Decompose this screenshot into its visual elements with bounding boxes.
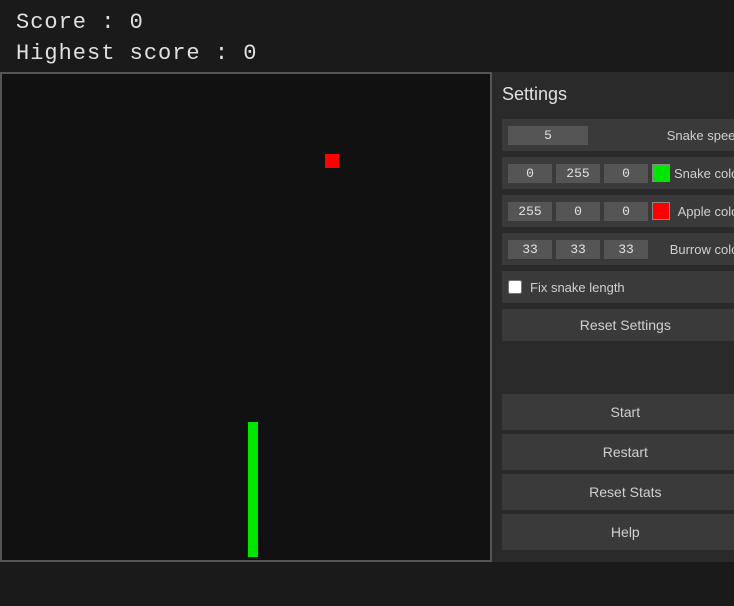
- burrow-color-r-input[interactable]: [508, 240, 552, 259]
- apple-color-row: Apple color: [502, 195, 734, 227]
- snake-color-b-input[interactable]: [604, 164, 648, 183]
- snake-color-label: Snake color: [674, 166, 734, 181]
- burrow-color-g-input[interactable]: [556, 240, 600, 259]
- snake-color-r-input[interactable]: [508, 164, 552, 183]
- snake-color-row: Snake color: [502, 157, 734, 189]
- snake-speed-label: Snake speed: [667, 128, 734, 143]
- settings-panel: Settings Snake speed Snake color Apple c…: [492, 72, 734, 562]
- reset-stats-button[interactable]: Reset Stats: [502, 474, 734, 510]
- spacer: [502, 347, 734, 388]
- settings-title: Settings: [502, 84, 734, 105]
- burrow-color-label: Burrow color: [670, 242, 734, 257]
- fix-snake-length-label: Fix snake length: [530, 280, 625, 295]
- highest-score-display: Highest score : 0: [16, 41, 718, 66]
- apple-color-r-input[interactable]: [508, 202, 552, 221]
- fix-snake-length-checkbox[interactable]: [508, 280, 522, 294]
- apple-color-g-input[interactable]: [556, 202, 600, 221]
- help-button[interactable]: Help: [502, 514, 734, 550]
- snake-color-swatch: [652, 164, 670, 182]
- snake-speed-row: Snake speed: [502, 119, 734, 151]
- apple-color-swatch: [652, 202, 670, 220]
- snake-speed-input[interactable]: [508, 126, 588, 145]
- fix-snake-length-row: Fix snake length: [502, 271, 734, 303]
- apple-color-b-input[interactable]: [604, 202, 648, 221]
- score-display: Score : 0: [16, 10, 718, 35]
- restart-button[interactable]: Restart: [502, 434, 734, 470]
- start-button[interactable]: Start: [502, 394, 734, 430]
- burrow-color-row: Burrow color: [502, 233, 734, 265]
- main-area: Settings Snake speed Snake color Apple c…: [0, 72, 734, 562]
- bottom-buttons: Start Restart Reset Stats Help: [502, 394, 734, 550]
- snake-color-g-input[interactable]: [556, 164, 600, 183]
- game-canvas: [0, 72, 492, 562]
- header: Score : 0 Highest score : 0: [0, 0, 734, 72]
- snake-body: [248, 422, 258, 557]
- burrow-color-b-input[interactable]: [604, 240, 648, 259]
- apple: [325, 154, 339, 168]
- reset-settings-button[interactable]: Reset Settings: [502, 309, 734, 341]
- reset-settings-row: Reset Settings: [502, 309, 734, 341]
- apple-color-label: Apple color: [678, 204, 734, 219]
